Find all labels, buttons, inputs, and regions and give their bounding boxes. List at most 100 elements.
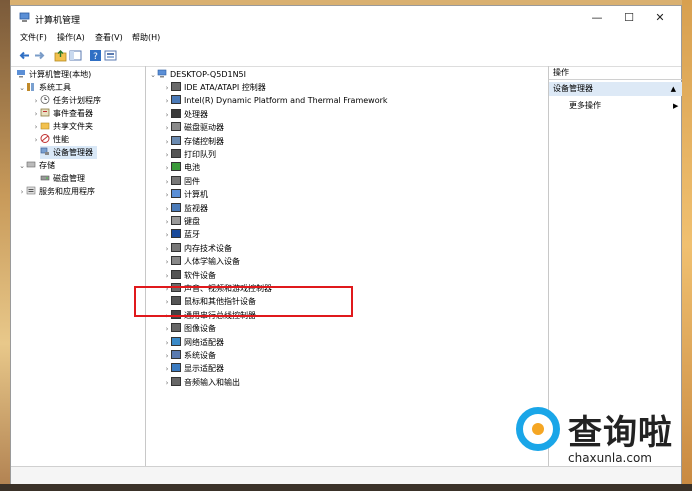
performance-icon bbox=[40, 134, 50, 143]
title-bar[interactable]: 计算机管理 — ☐ ✕ bbox=[11, 6, 681, 30]
device-category-item[interactable]: › 蓝牙 bbox=[163, 228, 200, 241]
device-category-item[interactable]: › 磁盘驱动器 bbox=[163, 121, 224, 134]
forward-arrow-icon[interactable] bbox=[33, 49, 46, 62]
chevron-right-icon[interactable]: › bbox=[163, 323, 171, 336]
folder-icon bbox=[40, 122, 50, 130]
maximize-button[interactable]: ☐ bbox=[614, 6, 644, 30]
chevron-right-icon[interactable]: › bbox=[163, 189, 171, 202]
device-category-item[interactable]: › Intel(R) Dynamic Platform and Thermal F… bbox=[163, 94, 388, 107]
actions-section-device-manager[interactable]: 设备管理器 ▲ bbox=[549, 82, 682, 96]
chevron-right-icon[interactable]: › bbox=[163, 337, 171, 350]
services-icon bbox=[26, 186, 36, 195]
tree-item-label: 磁盘管理 bbox=[53, 174, 85, 183]
chevron-right-icon[interactable]: › bbox=[163, 176, 171, 189]
console-tree-pane: 计算机管理(本地) ⌄ 系统工具 › 任务计划程序 › 事件查看器 › 共享文件夹 › 性… bbox=[14, 66, 146, 466]
help-icon[interactable]: ? bbox=[89, 49, 102, 62]
chevron-right-icon[interactable]: › bbox=[163, 203, 171, 216]
device-category-item[interactable]: › 软件设备 bbox=[163, 269, 216, 282]
device-category-item[interactable]: › 存储控制器 bbox=[163, 135, 224, 148]
system-device-icon bbox=[171, 350, 181, 359]
chevron-right-icon[interactable]: › bbox=[163, 82, 171, 95]
tree-item-computer-management[interactable]: 计算机管理(本地) bbox=[16, 68, 91, 81]
device-category-item[interactable]: › 打印队列 bbox=[163, 148, 216, 161]
toolbar: ? bbox=[11, 46, 681, 67]
submenu-arrow-icon[interactable]: ▶ bbox=[673, 99, 678, 113]
chevron-down-icon[interactable]: ⌄ bbox=[149, 69, 157, 82]
chevron-right-icon[interactable]: › bbox=[163, 270, 171, 283]
storage-controller-icon bbox=[171, 135, 181, 145]
chevron-right-icon[interactable]: › bbox=[163, 149, 171, 162]
device-category-item[interactable]: › 网络适配器 bbox=[163, 336, 224, 349]
device-category-item[interactable]: › 图像设备 bbox=[163, 322, 216, 335]
device-category-item[interactable]: › 计算机 bbox=[163, 188, 208, 201]
close-button[interactable]: ✕ bbox=[645, 6, 675, 30]
device-category-item[interactable]: › 固件 bbox=[163, 175, 200, 188]
chevron-right-icon[interactable]: › bbox=[163, 216, 171, 229]
device-tree-root[interactable]: ⌄ DESKTOP-Q5D1N5I bbox=[149, 68, 246, 81]
chevron-right-icon[interactable]: › bbox=[163, 109, 171, 122]
tree-item-shared-folders[interactable]: › 共享文件夹 bbox=[32, 120, 93, 133]
minimize-button[interactable]: — bbox=[582, 6, 612, 30]
device-category-label: 图像设备 bbox=[184, 324, 216, 334]
device-category-label: 显示适配器 bbox=[184, 364, 224, 374]
more-actions-item[interactable]: 更多操作 bbox=[569, 99, 601, 113]
device-category-item[interactable]: › IDE ATA/ATAPI 控制器 bbox=[163, 81, 266, 94]
tree-item-label: 系统工具 bbox=[39, 83, 71, 92]
device-category-item[interactable]: › 人体学输入设备 bbox=[163, 255, 240, 268]
chevron-right-icon[interactable]: › bbox=[163, 350, 171, 363]
disk-drive-icon bbox=[171, 122, 181, 132]
svg-text:?: ? bbox=[93, 52, 98, 62]
chevron-right-icon[interactable]: › bbox=[163, 95, 171, 108]
chevron-right-icon[interactable]: › bbox=[163, 363, 171, 376]
menu-bar: 文件(F) 操作(A) 查看(V) 帮助(H) bbox=[11, 30, 681, 46]
clock-icon bbox=[40, 95, 50, 104]
device-category-label: 蓝牙 bbox=[184, 230, 200, 240]
chevron-right-icon[interactable]: › bbox=[163, 136, 171, 149]
device-category-item[interactable]: › 音频输入和输出 bbox=[163, 376, 240, 389]
device-category-item[interactable]: › 系统设备 bbox=[163, 349, 216, 362]
watermark-logo: 查询啦 chaxunla.com bbox=[516, 405, 682, 477]
device-category-item[interactable]: › 监视器 bbox=[163, 202, 208, 215]
chevron-down-icon[interactable]: ⌄ bbox=[18, 82, 26, 95]
chevron-right-icon[interactable]: › bbox=[163, 256, 171, 269]
device-category-item[interactable]: › 电池 bbox=[163, 161, 200, 174]
tree-item-device-manager[interactable]: 设备管理器 bbox=[40, 146, 97, 159]
tree-item-system-tools[interactable]: ⌄ 系统工具 bbox=[18, 81, 71, 94]
properties-view-icon[interactable] bbox=[104, 49, 117, 62]
show-hide-tree-icon[interactable] bbox=[69, 49, 82, 62]
event-viewer-icon bbox=[40, 108, 50, 117]
menu-help[interactable]: 帮助(H) bbox=[132, 32, 160, 43]
more-actions-label: 更多操作 bbox=[569, 101, 601, 110]
tree-item-task-scheduler[interactable]: › 任务计划程序 bbox=[32, 94, 101, 107]
device-category-item[interactable]: › 内存技术设备 bbox=[163, 242, 232, 255]
up-folder-icon[interactable] bbox=[54, 49, 67, 62]
tree-item-services-applications[interactable]: › 服务和应用程序 bbox=[18, 185, 95, 198]
device-category-label: 网络适配器 bbox=[184, 337, 224, 347]
chevron-right-icon[interactable]: › bbox=[163, 243, 171, 256]
tree-item-label: 性能 bbox=[53, 135, 69, 144]
back-arrow-icon[interactable] bbox=[18, 49, 31, 62]
menu-view[interactable]: 查看(V) bbox=[95, 32, 123, 43]
tree-item-event-viewer[interactable]: › 事件查看器 bbox=[32, 107, 93, 120]
device-category-label: 电池 bbox=[184, 163, 200, 173]
tree-item-storage[interactable]: ⌄ 存储 bbox=[18, 159, 55, 172]
tree-item-disk-management[interactable]: 磁盘管理 bbox=[40, 172, 85, 185]
chevron-right-icon[interactable]: › bbox=[32, 134, 40, 147]
chevron-down-icon[interactable]: ⌄ bbox=[18, 160, 26, 173]
tree-item-performance[interactable]: › 性能 bbox=[32, 133, 69, 146]
device-category-item[interactable]: › 处理器 bbox=[163, 108, 208, 121]
chevron-right-icon[interactable]: › bbox=[163, 229, 171, 242]
collapse-up-icon[interactable]: ▲ bbox=[671, 82, 676, 96]
chevron-right-icon[interactable]: › bbox=[163, 122, 171, 135]
chevron-right-icon[interactable]: › bbox=[163, 162, 171, 175]
audio-io-icon bbox=[171, 376, 181, 386]
printer-icon bbox=[171, 149, 181, 158]
device-category-label: 键盘 bbox=[184, 217, 200, 226]
device-category-item[interactable]: › 键盘 bbox=[163, 215, 200, 228]
menu-file[interactable]: 文件(F) bbox=[20, 32, 47, 43]
chevron-right-icon[interactable]: › bbox=[163, 377, 171, 390]
chevron-right-icon[interactable]: › bbox=[18, 186, 26, 199]
tree-item-label: 事件查看器 bbox=[53, 109, 93, 118]
device-category-item[interactable]: › 显示适配器 bbox=[163, 362, 224, 375]
menu-action[interactable]: 操作(A) bbox=[57, 32, 85, 43]
